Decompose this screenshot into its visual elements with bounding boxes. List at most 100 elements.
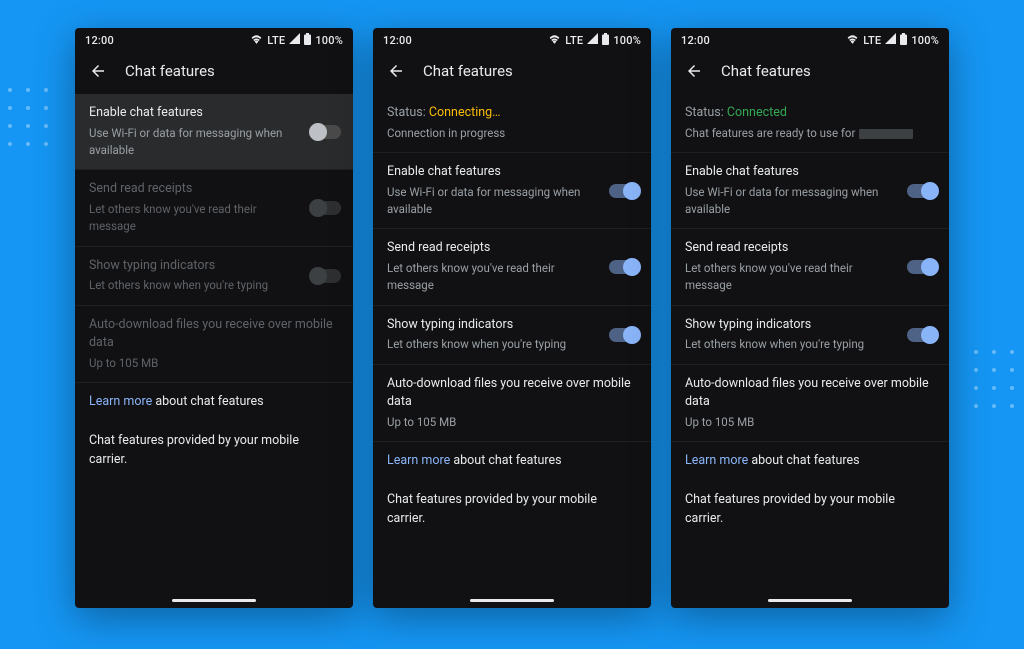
back-arrow-icon[interactable] [685, 62, 703, 80]
row-subtitle: Let others know when you're typing [685, 336, 893, 353]
toggle-read-receipts[interactable] [907, 260, 937, 274]
row-title: Enable chat features [89, 104, 297, 123]
row-read-receipts: Send read receipts Let others know you'v… [75, 170, 353, 245]
row-subtitle: Let others know when you're typing [387, 336, 595, 353]
row-title: Enable chat features [387, 163, 595, 182]
row-title: Auto-download files you receive over mob… [685, 375, 935, 413]
row-enable-chat-features[interactable]: Enable chat features Use Wi-Fi or data f… [671, 153, 949, 228]
status-bar: 12:00 LTE 100% [373, 28, 651, 52]
status-value-connected: Connected [727, 105, 787, 120]
toggle-typing-indicators[interactable] [907, 328, 937, 342]
screen-chat-features-connected: 12:00 LTE 100% Chat features Status: Con… [671, 28, 949, 608]
page-title: Chat features [721, 62, 811, 80]
battery-percent: 100% [315, 34, 343, 47]
lte-label: LTE [863, 34, 881, 47]
row-status: Status: Connecting… Connection in progre… [373, 94, 651, 152]
row-status: Status: Connected Chat features are read… [671, 94, 949, 152]
row-subtitle: Up to 105 MB [89, 355, 339, 372]
toggle-typing-indicators[interactable] [609, 328, 639, 342]
page-title: Chat features [125, 62, 215, 80]
app-bar: Chat features [75, 52, 353, 94]
row-read-receipts[interactable]: Send read receipts Let others know you'v… [671, 229, 949, 304]
signal-icon [289, 33, 300, 47]
row-title: Show typing indicators [685, 316, 893, 335]
learn-more-link[interactable]: Learn more [89, 394, 152, 409]
battery-percent: 100% [911, 34, 939, 47]
status-bar: 12:00 LTE 100% [75, 28, 353, 52]
row-title: Send read receipts [685, 239, 893, 258]
row-subtitle: Let others know you've read their messag… [685, 260, 893, 295]
row-provided-by: Chat features provided by your mobile ca… [75, 422, 353, 480]
status-bar: 12:00 LTE 100% [671, 28, 949, 52]
battery-icon [602, 33, 609, 48]
learn-more-tail: about chat features [748, 453, 859, 468]
back-arrow-icon[interactable] [387, 62, 405, 80]
toggle-typing-indicators [311, 269, 341, 283]
gesture-nav-handle[interactable] [768, 599, 852, 602]
row-title: Show typing indicators [89, 257, 297, 276]
provided-by-text: Chat features provided by your mobile ca… [89, 432, 339, 470]
status-time: 12:00 [681, 34, 710, 47]
status-label: Status: [387, 105, 429, 120]
gesture-nav-handle[interactable] [470, 599, 554, 602]
row-subtitle: Up to 105 MB [685, 414, 935, 431]
row-title: Auto-download files you receive over mob… [89, 316, 339, 354]
row-provided-by: Chat features provided by your mobile ca… [671, 481, 949, 539]
row-learn-more[interactable]: Learn more about chat features [75, 383, 353, 422]
row-subtitle: Use Wi-Fi or data for messaging when ava… [89, 125, 297, 160]
status-subtitle: Connection in progress [387, 125, 637, 142]
row-enable-chat-features[interactable]: Enable chat features Use Wi-Fi or data f… [373, 153, 651, 228]
row-typing-indicators[interactable]: Show typing indicators Let others know w… [671, 306, 949, 364]
row-learn-more[interactable]: Learn more about chat features [373, 442, 651, 481]
row-typing-indicators[interactable]: Show typing indicators Let others know w… [373, 306, 651, 364]
status-value-connecting: Connecting… [429, 105, 501, 120]
wifi-icon [548, 34, 561, 47]
row-enable-chat-features[interactable]: Enable chat features Use Wi-Fi or data f… [75, 94, 353, 169]
battery-percent: 100% [613, 34, 641, 47]
row-auto-download[interactable]: Auto-download files you receive over mob… [671, 365, 949, 442]
wifi-icon [846, 34, 859, 47]
row-title: Enable chat features [685, 163, 893, 182]
row-read-receipts[interactable]: Send read receipts Let others know you'v… [373, 229, 651, 304]
back-arrow-icon[interactable] [89, 62, 107, 80]
row-subtitle: Let others know you've read their messag… [89, 201, 297, 236]
row-subtitle: Up to 105 MB [387, 414, 637, 431]
row-title: Send read receipts [89, 180, 297, 199]
learn-more-tail: about chat features [152, 394, 263, 409]
row-subtitle: Let others know when you're typing [89, 277, 297, 294]
toggle-read-receipts[interactable] [609, 260, 639, 274]
row-typing-indicators: Show typing indicators Let others know w… [75, 247, 353, 305]
page-title: Chat features [423, 62, 513, 80]
redacted-number [859, 129, 913, 139]
lte-label: LTE [267, 34, 285, 47]
app-bar: Chat features [671, 52, 949, 94]
toggle-enable-chat-features[interactable] [311, 125, 341, 139]
row-title: Auto-download files you receive over mob… [387, 375, 637, 413]
provided-by-text: Chat features provided by your mobile ca… [387, 491, 637, 529]
toggle-enable-chat-features[interactable] [907, 184, 937, 198]
status-time: 12:00 [383, 34, 412, 47]
wifi-icon [250, 34, 263, 47]
status-subtitle: Chat features are ready to use for [685, 126, 855, 140]
row-title: Show typing indicators [387, 316, 595, 335]
signal-icon [587, 33, 598, 47]
gesture-nav-handle[interactable] [172, 599, 256, 602]
row-subtitle: Let others know you've read their messag… [387, 260, 595, 295]
screen-chat-features-off: 12:00 LTE 100% Chat features Enable chat… [75, 28, 353, 608]
learn-more-link[interactable]: Learn more [387, 453, 450, 468]
status-label: Status: [685, 105, 727, 120]
row-auto-download: Auto-download files you receive over mob… [75, 306, 353, 383]
row-learn-more[interactable]: Learn more about chat features [671, 442, 949, 481]
toggle-enable-chat-features[interactable] [609, 184, 639, 198]
lte-label: LTE [565, 34, 583, 47]
learn-more-tail: about chat features [450, 453, 561, 468]
row-auto-download[interactable]: Auto-download files you receive over mob… [373, 365, 651, 442]
row-provided-by: Chat features provided by your mobile ca… [373, 481, 651, 539]
app-bar: Chat features [373, 52, 651, 94]
signal-icon [885, 33, 896, 47]
toggle-read-receipts [311, 201, 341, 215]
screen-chat-features-connecting: 12:00 LTE 100% Chat features Status: Con… [373, 28, 651, 608]
status-time: 12:00 [85, 34, 114, 47]
row-subtitle: Use Wi-Fi or data for messaging when ava… [387, 184, 595, 219]
learn-more-link[interactable]: Learn more [685, 453, 748, 468]
